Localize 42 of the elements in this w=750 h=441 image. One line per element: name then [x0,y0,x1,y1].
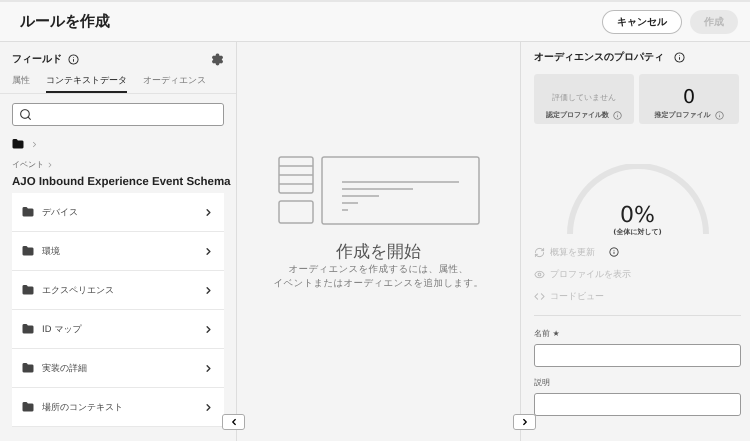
tab[interactable]: オーディエンス [143,74,206,93]
field-label: 名前 ★ [534,328,561,339]
text-field[interactable] [534,344,741,367]
code-icon [534,290,545,302]
field-group-item[interactable]: 実装の詳細 [12,349,224,388]
cancel-button[interactable]: キャンセル [602,10,682,34]
field-group-item[interactable]: デバイス [12,193,224,232]
search-icon [19,108,32,121]
field-label: 説明 [534,377,551,388]
field-group-item[interactable]: 環境 [12,232,224,271]
settings-icon[interactable] [211,52,224,66]
text-field[interactable] [534,393,741,416]
eye-icon [534,268,545,280]
search-field[interactable] [12,103,224,126]
page-title: ルールを作成 [20,12,111,31]
panel-title: オーディエンスのプロパティ [534,50,664,64]
folder-icon [22,362,34,374]
folder-icon[interactable] [12,138,24,150]
gauge-value: 0% [620,205,655,227]
folder-icon [22,245,34,257]
expand-button[interactable] [513,414,536,430]
tab[interactable]: 属性 [12,74,30,93]
folder-icon [22,323,34,335]
collapse-button[interactable] [222,414,245,430]
empty-state-description: イベントまたはオーディエンスを追加します。 [274,277,484,292]
folder-icon [22,401,34,413]
field-group-item[interactable]: ID マップ [12,310,224,349]
empty-state-description: オーディエンスを作成するには、属性、 [288,263,468,277]
chevron-icon [30,140,39,148]
empty-state-heading: 作成を開始 [336,241,421,263]
folder-icon [22,206,34,218]
tab[interactable]: コンテキストデータ [46,74,127,93]
folder-icon [22,284,34,296]
panel-title: フィールド [12,53,62,66]
info-icon[interactable] [68,54,79,64]
field-group-item[interactable]: エクスペリエンス [12,271,224,310]
chevron-icon [46,160,54,168]
schema-title: AJO Inbound Experience Event Schema [12,176,231,188]
breadcrumb-link[interactable]: イベント [12,159,44,170]
info-icon[interactable] [674,52,685,62]
refresh-icon [534,246,545,258]
field-group-item[interactable]: 場所のコンテキスト [12,388,224,427]
